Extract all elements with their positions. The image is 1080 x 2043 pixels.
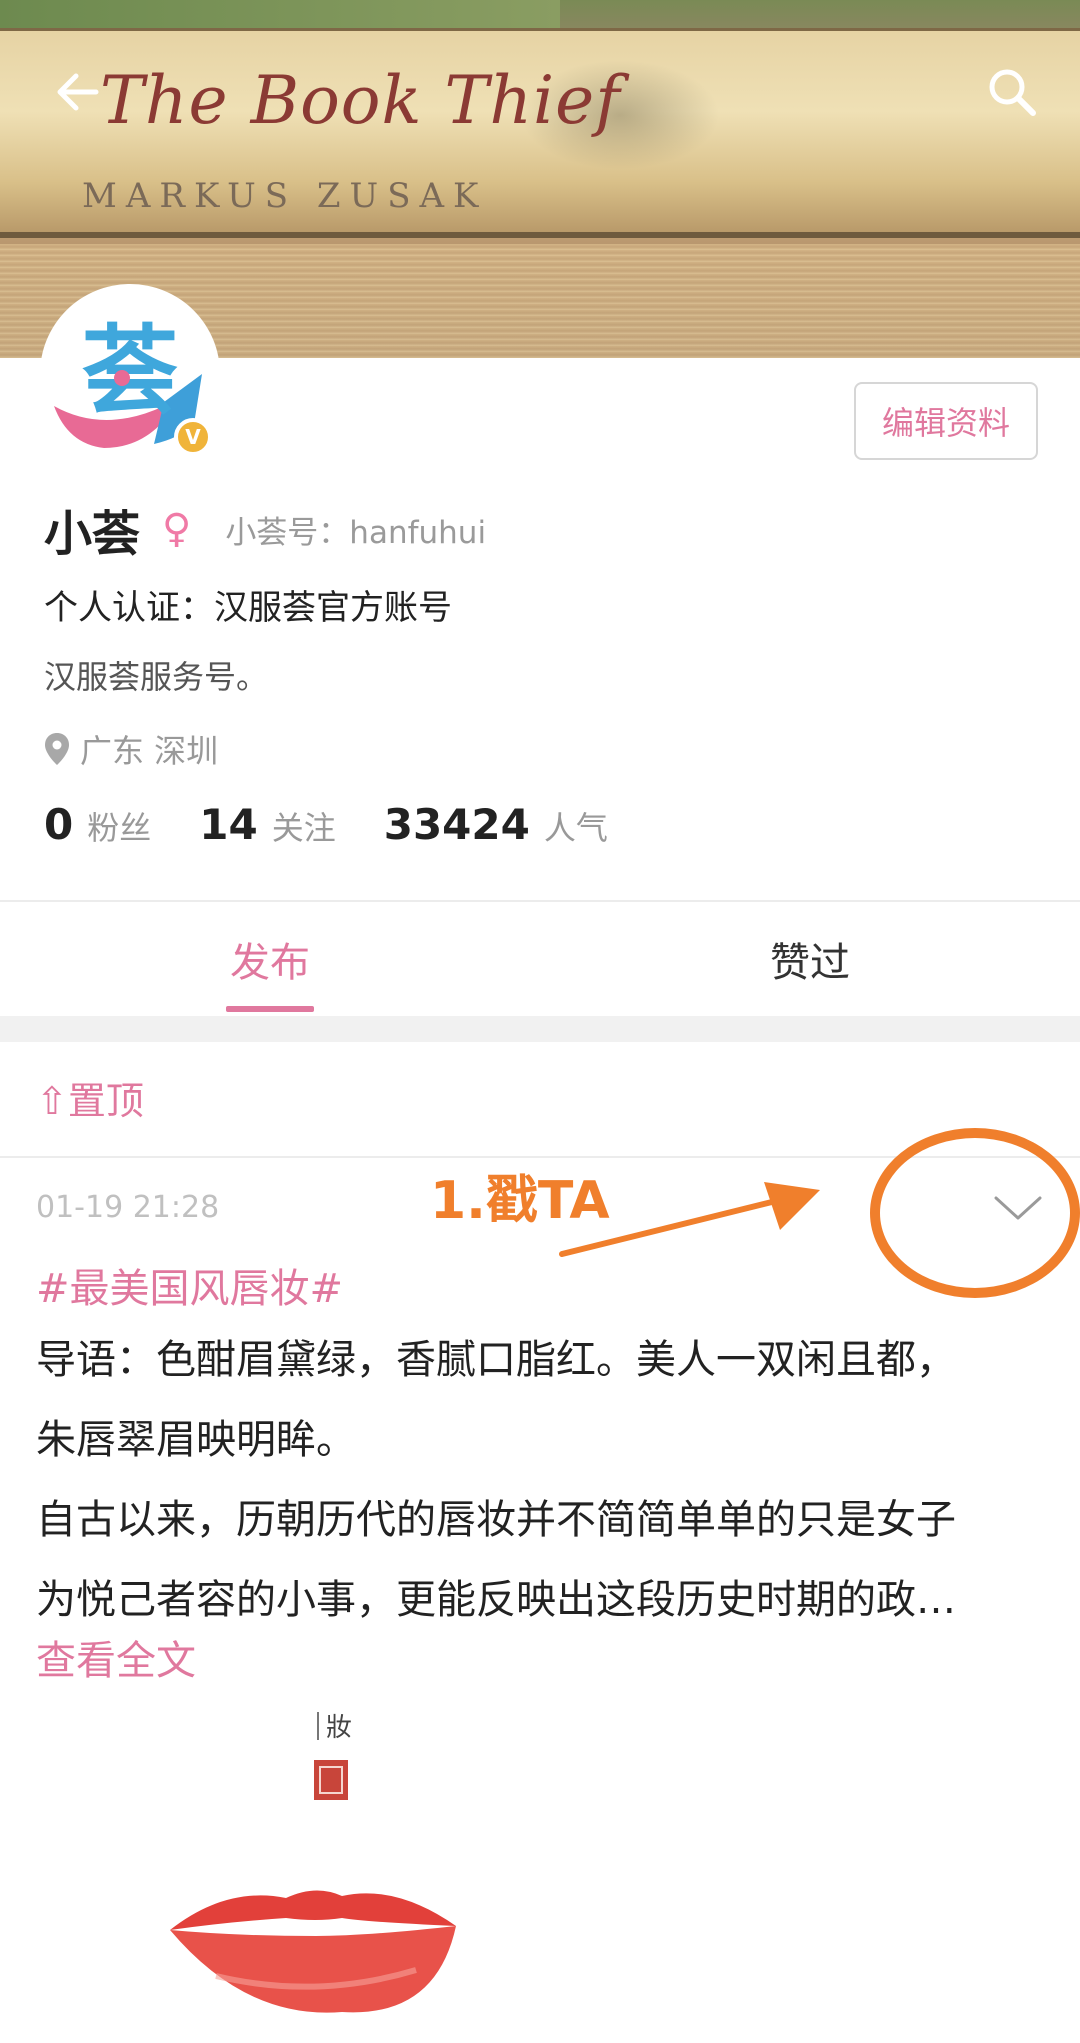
stats-row: 0 粉丝 14 关注 33424 人气 xyxy=(44,800,656,860)
location-row: 广东 深圳 xyxy=(44,726,218,772)
popularity-count: 33424 xyxy=(383,800,530,849)
post-body[interactable]: 导语：色酣眉黛绿，香腻口脂红。美人一双闲且都， 朱唇翠眉映明眸。 自古以来，历朝… xyxy=(36,1320,1046,1640)
certification-text: 个人认证：汉服荟官方账号 xyxy=(44,588,452,628)
search-icon xyxy=(989,69,1036,116)
annotation-arrow-icon xyxy=(559,1182,820,1257)
tab-posts[interactable]: 发布 xyxy=(0,902,540,1016)
following-label[interactable]: 关注 xyxy=(272,803,336,849)
arrow-left-icon xyxy=(57,73,99,111)
post-line: 朱唇翠眉映明眸。 xyxy=(36,1417,356,1463)
post-line: 导语：色酣眉黛绿，香腻口脂红。美人一双闲且都， xyxy=(36,1337,956,1383)
read-more-link[interactable]: 查看全文 xyxy=(36,1628,196,1686)
profile-tabs: 发布 赞过 xyxy=(0,902,1080,1016)
verified-badge: V xyxy=(174,418,212,456)
profile-bio: 汉服荟服务号。 xyxy=(44,658,269,696)
svg-text:荟: 荟 xyxy=(82,315,178,427)
banner-book-title: The Book Thief xyxy=(100,62,621,139)
svg-text:妝: 妝 xyxy=(326,1713,352,1743)
tab-liked[interactable]: 赞过 xyxy=(540,902,1080,1016)
popularity-label: 人气 xyxy=(543,809,608,847)
location-text: 广东 深圳 xyxy=(80,732,219,770)
fans-label[interactable]: 粉丝 xyxy=(87,803,151,849)
fans-count[interactable]: 0 xyxy=(44,800,73,849)
post-image[interactable]: 妝 xyxy=(36,1700,1046,2043)
banner-book-author: MARKUS ZUSAK xyxy=(82,176,488,216)
lips-illustration: 妝 xyxy=(170,1712,456,2013)
name-row: 小荟 ♀ 小荟号：hanfuhui xyxy=(44,496,486,562)
edit-profile-button[interactable]: 编辑资料 xyxy=(854,382,1038,460)
location-pin-icon xyxy=(45,733,69,765)
user-id: 小荟号：hanfuhui xyxy=(225,514,487,551)
post-line: 自古以来，历朝历代的唇妆并不简简单单的只是女子 xyxy=(36,1497,956,1543)
post-time: 01-19 21:28 xyxy=(36,1190,220,1225)
pinned-label: ⇧置顶 xyxy=(36,1079,144,1123)
search-button[interactable] xyxy=(976,56,1048,128)
post-hashtag[interactable]: #最美国风唇妆# xyxy=(36,1256,343,1314)
following-count[interactable]: 14 xyxy=(199,800,257,849)
back-button[interactable] xyxy=(42,56,114,128)
profile-name: 小荟 xyxy=(44,506,141,562)
section-gap xyxy=(0,1016,1080,1042)
annotation-circle xyxy=(870,1128,1080,1298)
active-tab-indicator xyxy=(226,1006,314,1012)
female-icon: ♀ xyxy=(162,506,192,552)
